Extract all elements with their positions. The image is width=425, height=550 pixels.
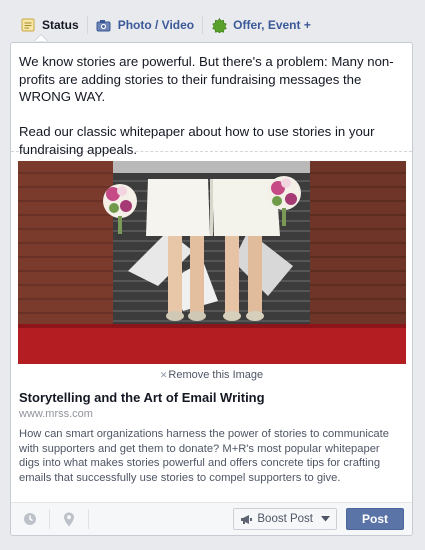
- link-title[interactable]: Storytelling and the Art of Email Writin…: [18, 390, 405, 405]
- post-composer: We know stories are powerful. But there'…: [10, 42, 413, 536]
- link-attachment: ✕Remove this Image Storytelling and the …: [11, 152, 412, 485]
- boost-post-button[interactable]: Boost Post: [233, 508, 337, 530]
- camera-icon: [96, 17, 112, 33]
- tab-offer-event[interactable]: Offer, Event +: [203, 8, 319, 42]
- remove-image-link[interactable]: ✕Remove this Image: [18, 369, 405, 383]
- post-button[interactable]: Post: [346, 508, 404, 530]
- active-tab-caret: [34, 34, 48, 41]
- tab-status-label: Status: [42, 18, 79, 32]
- status-note-icon: [20, 17, 36, 33]
- offer-star-icon: [211, 17, 227, 33]
- boost-post-label: Boost Post: [257, 513, 313, 525]
- footer-divider: [49, 509, 50, 529]
- close-icon: ✕: [159, 370, 168, 380]
- link-domain: www.mrss.com: [19, 408, 93, 420]
- footer-divider: [88, 509, 89, 529]
- composer-tabs: Status Photo / Video Offer, Event +: [12, 8, 413, 42]
- tab-photo-video[interactable]: Photo / Video: [88, 8, 202, 42]
- tab-photo-video-label: Photo / Video: [117, 18, 195, 32]
- tab-offer-event-label: Offer, Event +: [233, 18, 311, 32]
- location-pin-icon[interactable]: [58, 508, 80, 530]
- clock-icon[interactable]: [19, 508, 41, 530]
- status-textarea[interactable]: We know stories are powerful. But there'…: [11, 43, 412, 157]
- remove-image-label: Remove this Image: [168, 369, 264, 381]
- megaphone-icon: [240, 514, 253, 525]
- tab-status[interactable]: Status: [12, 8, 87, 42]
- composer-footer: Boost Post Post: [11, 502, 412, 535]
- link-description[interactable]: How can smart organizations harness the …: [18, 427, 405, 485]
- chevron-down-icon: [321, 516, 330, 522]
- attachment-image: [18, 161, 406, 364]
